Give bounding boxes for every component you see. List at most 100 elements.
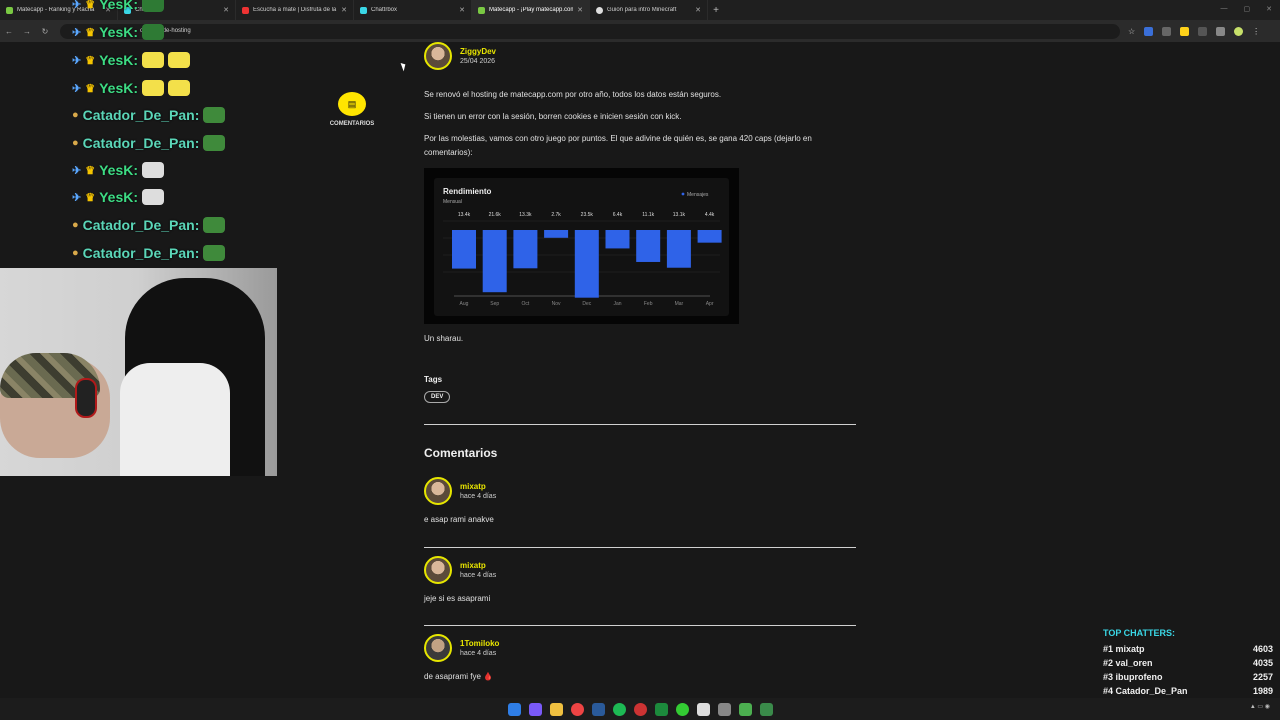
new-tab-button[interactable]: +	[708, 5, 724, 16]
comment-text: e asap rami anakve	[424, 515, 494, 524]
forward-icon[interactable]: →	[18, 27, 36, 36]
x-tick-label: Apr	[706, 301, 714, 307]
back-icon[interactable]: ←	[0, 27, 18, 36]
bar-sep	[482, 230, 507, 293]
folder-icon[interactable]	[549, 702, 563, 716]
tag-dev[interactable]: DEV	[424, 391, 451, 403]
close-window-icon[interactable]: ✕	[1266, 5, 1272, 13]
menu-icon[interactable]: ⋮	[1252, 27, 1260, 36]
comment-author[interactable]: 1Tomiloko	[460, 639, 499, 648]
avatar[interactable]	[424, 556, 452, 584]
chat-username: YesK:	[99, 80, 139, 96]
close-icon[interactable]: ✕	[459, 6, 465, 14]
extension-icon[interactable]	[1216, 26, 1226, 36]
windows-start-icon[interactable]	[507, 702, 521, 716]
post-paragraph: Si tienen un error con la sesión, borren…	[424, 112, 682, 121]
spotify-icon[interactable]	[612, 702, 626, 716]
pin-icon: ✈	[72, 54, 82, 67]
extensions-bar: ☆ ⋮	[1128, 26, 1260, 36]
app-icon[interactable]	[759, 702, 773, 716]
divider	[424, 547, 856, 548]
emote-icon	[142, 24, 165, 40]
chart-title: Rendimiento	[443, 187, 492, 196]
url-field[interactable]: ovacion-de-hosting	[60, 23, 1120, 39]
post-author: ZiggyDev 25/04 2026	[424, 42, 496, 70]
comment-text: jeje si es asaprami	[424, 594, 491, 603]
comment-author[interactable]: mixatp	[460, 561, 496, 570]
x-tick-label: Nov	[552, 301, 561, 307]
tab-2[interactable]: Escucha a mate | Disfruta de la ✕	[236, 0, 354, 20]
post-paragraph: Por las molestias, vamos con otro juego …	[424, 134, 812, 157]
bar-value-label: 23.5k	[581, 212, 594, 218]
tab-3[interactable]: Chattrbox ✕	[354, 0, 472, 20]
app-icon[interactable]	[696, 702, 710, 716]
chatter-name: Catador_De_Pan	[1115, 686, 1188, 696]
avatar[interactable]	[424, 42, 452, 70]
chatter-name: val_oren	[1115, 658, 1153, 668]
tab-4[interactable]: Matecapp - ¡Play matecapp.com ✕	[472, 0, 590, 20]
x-tick-label: Feb	[644, 301, 653, 307]
close-icon[interactable]: ✕	[695, 6, 701, 14]
tab-title: Guion para intro Minecraft	[607, 7, 677, 13]
comments-button[interactable]: ▤	[338, 92, 366, 116]
avatar[interactable]	[424, 634, 452, 662]
favicon-icon	[360, 6, 367, 14]
bar-feb	[636, 230, 661, 262]
chat-message: ✈ ♛ YesK:	[72, 80, 191, 96]
close-icon[interactable]: ✕	[341, 6, 347, 14]
bar-value-label: 21.6k	[489, 212, 502, 218]
system-tray[interactable]: ▲ ▭ ◉	[1250, 703, 1270, 710]
pin-icon: ✈	[72, 191, 82, 204]
emote-icon	[168, 52, 191, 68]
window-controls: — ▢ ✕	[1221, 5, 1273, 13]
chat-message: ✈ ♛ YesK:	[72, 189, 165, 205]
close-icon[interactable]: ✕	[577, 6, 583, 14]
top-chatter-row: #1 mixatp 4603	[1103, 642, 1273, 656]
app-icon[interactable]	[717, 702, 731, 716]
coin-badge-icon: ●	[72, 109, 79, 121]
reload-icon[interactable]: ↻	[36, 27, 54, 36]
chat-username: Catador_De_Pan:	[82, 135, 200, 151]
extension-icon[interactable]	[1162, 26, 1172, 36]
chatter-count: 2257	[1252, 672, 1273, 682]
app-icon[interactable]	[654, 702, 668, 716]
favicon-icon	[596, 6, 603, 14]
bar-value-label: 13.1k	[673, 212, 686, 218]
emote-icon	[168, 80, 191, 96]
bar-dec	[574, 230, 599, 298]
chat-username: Catador_De_Pan:	[82, 107, 200, 123]
minecraft-icon[interactable]	[738, 702, 752, 716]
maximize-icon[interactable]: ▢	[1244, 5, 1251, 13]
crown-icon: ♛	[85, 82, 96, 95]
bar-value-label: 13.4k	[458, 212, 471, 218]
chat-username: YesK:	[99, 24, 139, 40]
profile-avatar-icon[interactable]	[1234, 26, 1244, 36]
chat-username: YesK:	[99, 189, 139, 205]
xbox-icon[interactable]	[675, 702, 689, 716]
x-tick-label: Sep	[490, 301, 499, 307]
chrome-icon[interactable]	[570, 702, 584, 716]
comment-author[interactable]: mixatp	[460, 482, 496, 491]
favicon-icon	[6, 6, 13, 14]
extension-icon[interactable]	[1144, 26, 1154, 36]
minimize-icon[interactable]: —	[1221, 5, 1228, 13]
emote-icon	[142, 0, 165, 12]
comment-item: mixatp hace 4 días jeje si es asaprami	[424, 556, 856, 603]
top-chatter-row: #4 Catador_De_Pan 1989	[1103, 684, 1273, 698]
chat-username: YesK:	[99, 0, 139, 12]
tab-5[interactable]: Guion para intro Minecraft ✕	[590, 0, 708, 20]
app-icon[interactable]	[633, 702, 647, 716]
rank: #4	[1103, 686, 1114, 696]
close-icon[interactable]: ✕	[223, 6, 229, 14]
avatar[interactable]	[424, 477, 452, 505]
steam-icon[interactable]	[591, 702, 605, 716]
extension-icon[interactable]	[1180, 26, 1190, 36]
comment-item: 1Tomiloko hace 4 días de asaprami fye 🩸	[424, 634, 856, 681]
app-icon[interactable]	[528, 702, 542, 716]
emote-icon	[142, 80, 165, 96]
crown-icon: ♛	[85, 191, 96, 204]
bookmark-star-icon[interactable]: ☆	[1128, 27, 1135, 36]
favicon-icon	[242, 6, 249, 14]
author-name[interactable]: ZiggyDev	[460, 47, 496, 56]
extension-icon[interactable]	[1198, 26, 1208, 36]
